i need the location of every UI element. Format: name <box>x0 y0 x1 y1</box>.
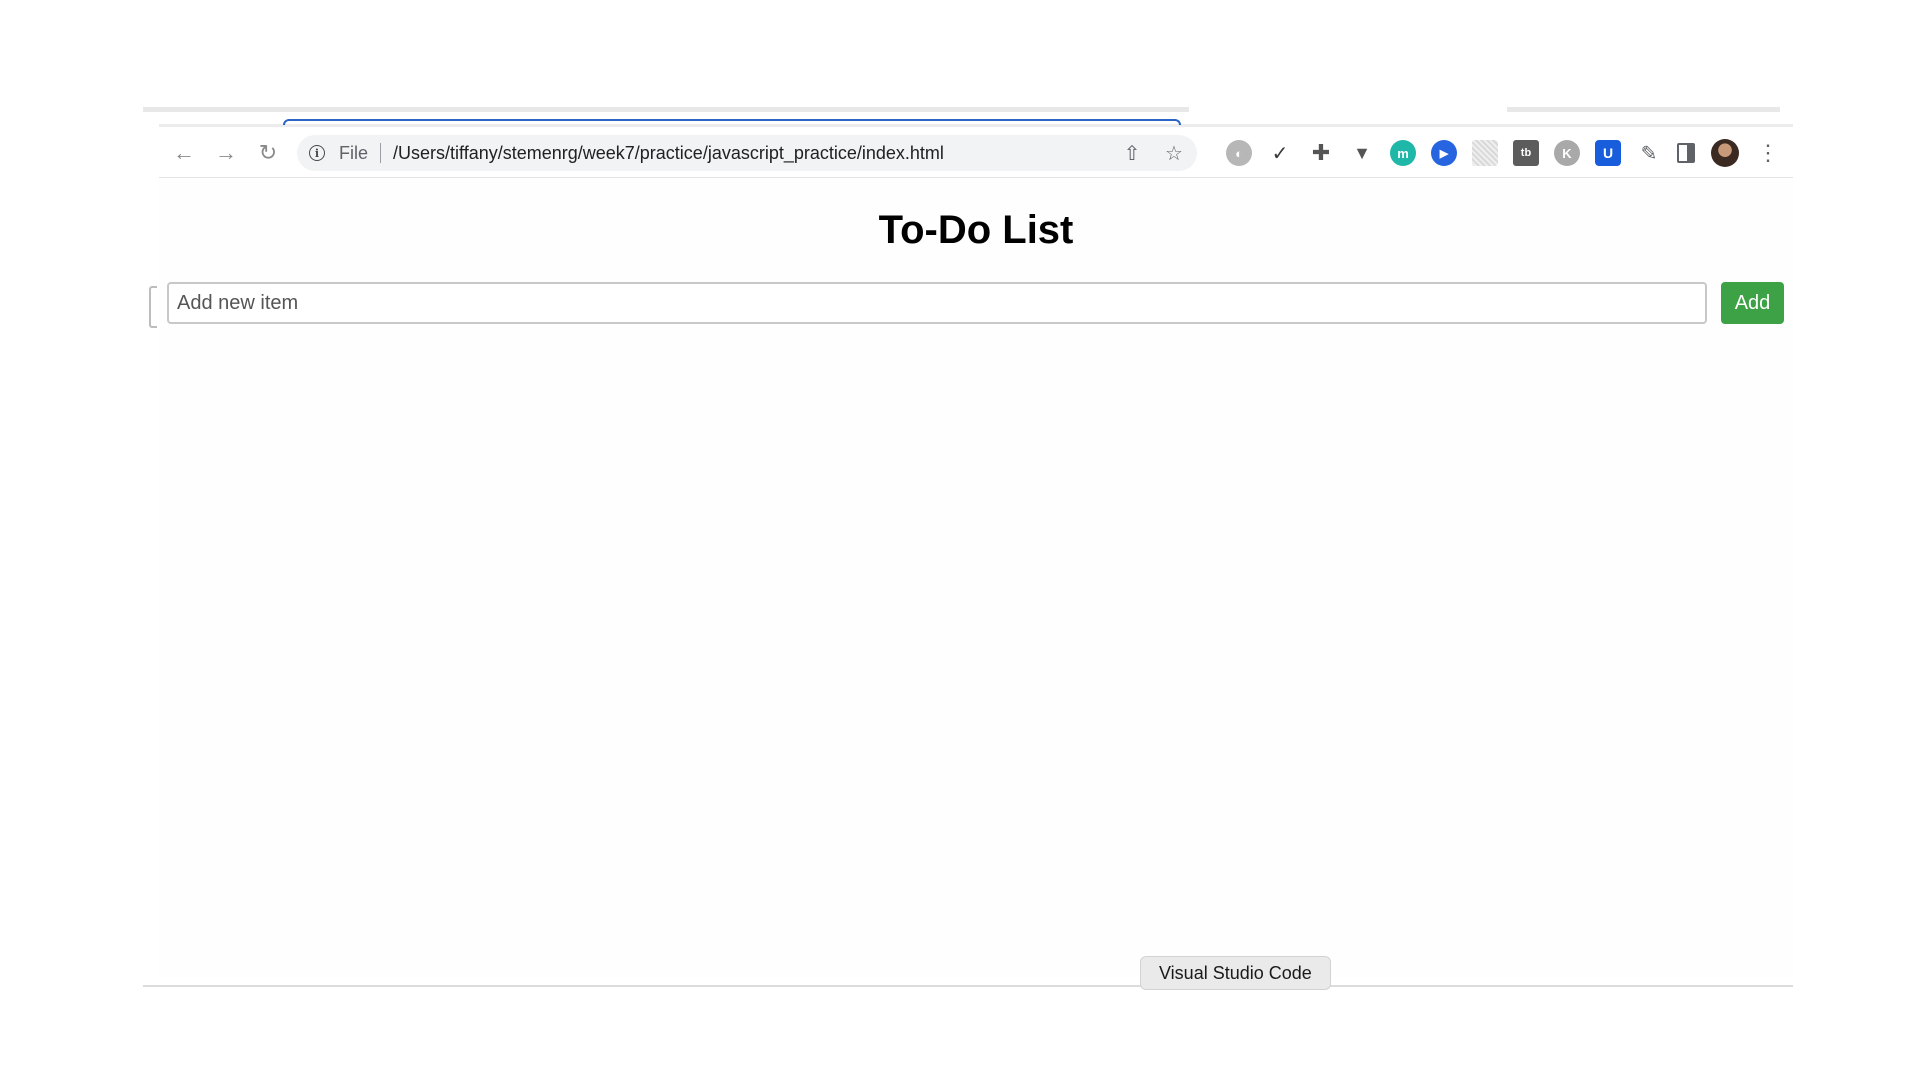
move-crosshair-icon[interactable]: ✚ <box>1308 140 1334 166</box>
eyedropper-icon[interactable]: ✓ <box>1267 140 1293 166</box>
k-extension-icon[interactable]: K <box>1554 140 1580 166</box>
page-content: To-Do List Add <box>149 178 1793 978</box>
form-bracket-mark <box>149 286 157 328</box>
screen: ← → ↻ i File /Users/tiffany/stemenrg/wee… <box>0 0 1920 1080</box>
tab-strip-edge-right <box>1507 107 1780 112</box>
address-bar[interactable]: i File /Users/tiffany/stemenrg/week7/pra… <box>297 135 1197 171</box>
page-title: To-Do List <box>878 208 1074 252</box>
omnibox-separator <box>380 143 382 163</box>
grey-circle-extension-icon[interactable]: ◐ <box>1226 140 1252 166</box>
url-text[interactable]: /Users/tiffany/stemenrg/week7/practice/j… <box>393 143 944 164</box>
avatar[interactable] <box>1711 139 1739 167</box>
dock-tooltip: Visual Studio Code <box>1140 956 1331 990</box>
todo-form: Add <box>167 282 1787 326</box>
browser-toolbar: ← → ↻ i File /Users/tiffany/stemenrg/wee… <box>159 129 1793 178</box>
blue-circle-extension-icon[interactable]: ▶ <box>1431 140 1457 166</box>
browser-window: ← → ↻ i File /Users/tiffany/stemenrg/wee… <box>143 107 1793 987</box>
side-panel-icon[interactable] <box>1677 143 1695 163</box>
scheme-label: File <box>339 142 369 163</box>
extensions-area: ◐ ✓ ✚ ▼ m ▶ tb K U ✎ ⋮ <box>1211 139 1779 167</box>
share-icon[interactable]: ⇧ <box>1119 140 1145 166</box>
active-tab[interactable] <box>283 119 1181 125</box>
omnibox-actions: ⇧ ☆ <box>1103 135 1187 171</box>
tab-strip-edge <box>143 107 1189 112</box>
vue-devtools-icon[interactable]: ▼ <box>1349 140 1375 166</box>
puzzle-icon[interactable]: ✎ <box>1636 140 1662 166</box>
add-button[interactable]: Add <box>1721 282 1784 324</box>
teal-m-extension-icon[interactable]: m <box>1390 140 1416 166</box>
kebab-menu-icon[interactable]: ⋮ <box>1757 140 1779 166</box>
new-item-input[interactable] <box>167 282 1707 324</box>
reload-icon[interactable]: ↻ <box>251 136 285 170</box>
arrow-left-icon[interactable]: ← <box>167 136 201 170</box>
star-icon[interactable]: ☆ <box>1161 140 1187 166</box>
tb-extension-icon[interactable]: tb <box>1513 140 1539 166</box>
bitwarden-shield-icon[interactable]: U <box>1595 140 1621 166</box>
info-icon[interactable]: i <box>309 145 325 161</box>
grid-extension-icon[interactable] <box>1472 140 1498 166</box>
window-bottom-edge <box>143 985 1793 987</box>
arrow-right-icon[interactable]: → <box>209 136 243 170</box>
